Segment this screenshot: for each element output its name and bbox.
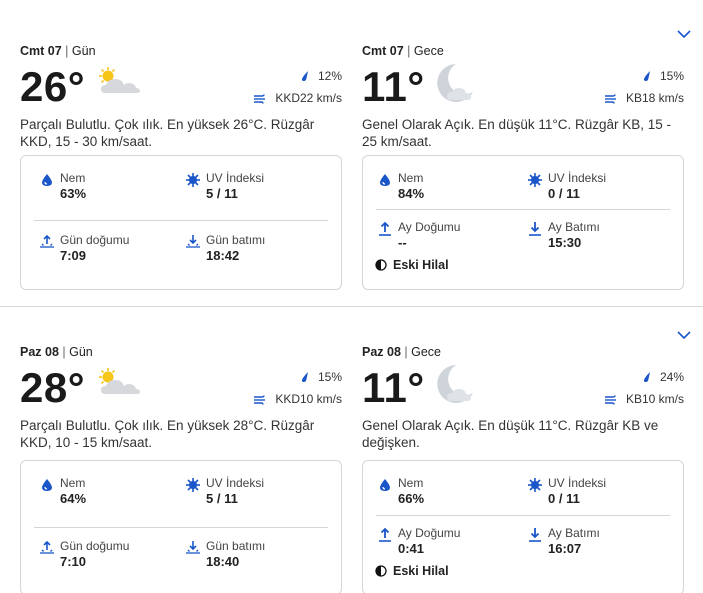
details-card: Nem 84% UV İndeksi 0 / 11 Ay Doğumu -- A… <box>362 155 684 290</box>
wind-icon <box>254 94 266 104</box>
humidity-drop-icon <box>380 174 390 186</box>
crescent-moon-icon <box>437 365 473 403</box>
rain-drop-icon <box>301 372 308 382</box>
precip-chance: 15% <box>253 369 342 385</box>
chevron-down-icon[interactable] <box>675 27 693 41</box>
forecast-description: Genel Olarak Açık. En düşük 11°C. Rüzgâr… <box>362 117 672 149</box>
details-divider <box>376 209 670 210</box>
moonset-icon <box>529 222 541 236</box>
wind-icon <box>254 395 266 405</box>
forecast-day-2: Paz 08 | Gün 28° 15% KKD10 km/s Parçalı … <box>0 308 703 593</box>
details-divider <box>376 515 670 516</box>
precip-chance: 12% <box>253 68 342 84</box>
period-header: Paz 08 | Gün <box>20 345 93 359</box>
wind-speed: KKD22 km/s <box>253 90 342 106</box>
quick-stats: 15% KKD10 km/s <box>253 369 342 413</box>
rain-drop-icon <box>643 71 650 81</box>
partly-cloudy-sun-icon <box>99 368 140 394</box>
forecast-description: Genel Olarak Açık. En düşük 11°C. Rüzgâr… <box>362 418 659 450</box>
uv-sun-icon <box>186 478 200 492</box>
uv-sun-icon <box>186 173 200 187</box>
wind-speed: KB18 km/s <box>604 90 684 106</box>
humidity-drop-icon <box>42 479 52 491</box>
humidity-drop-icon <box>42 174 52 186</box>
period-header: Cmt 07 | Gece <box>362 44 444 58</box>
rain-drop-icon <box>301 71 308 81</box>
wind-icon <box>604 94 616 104</box>
details-card: Nem 66% UV İndeksi 0 / 11 Ay Doğumu 0:41… <box>362 460 684 593</box>
forecast-day-1: Cmt 07 | Gün 26° 12% KKD22 km/s Parçalı … <box>0 0 703 307</box>
precip-chance: 24% <box>604 369 684 385</box>
crescent-moon-icon <box>437 64 473 102</box>
rain-drop-icon <box>643 372 650 382</box>
temperature: 11° <box>362 63 425 110</box>
moonset-icon <box>529 528 541 542</box>
sunset-icon <box>186 235 200 248</box>
half-moon-icon <box>375 565 387 577</box>
quick-stats: 15% KB18 km/s <box>604 68 684 112</box>
chevron-down-icon[interactable] <box>675 328 693 342</box>
day-divider <box>0 306 703 307</box>
details-divider <box>34 527 328 528</box>
moon-phase: Eski Hilal <box>375 258 449 272</box>
temperature: 28° <box>20 364 86 411</box>
sunset-icon <box>186 541 200 554</box>
wind-speed: KB10 km/s <box>604 391 684 407</box>
forecast-description: Parçalı Bulutlu. Çok ılık. En yüksek 26°… <box>20 117 315 149</box>
moonrise-icon <box>379 527 391 542</box>
temperature: 11° <box>362 364 425 411</box>
uv-sun-icon <box>528 173 542 187</box>
period-header: Cmt 07 | Gün <box>20 44 96 58</box>
moon-phase: Eski Hilal <box>375 564 449 578</box>
period-header: Paz 08 | Gece <box>362 345 442 359</box>
quick-stats: 24% KB10 km/s <box>604 369 684 413</box>
uv-sun-icon <box>528 478 542 492</box>
details-card: Nem 63% UV İndeksi 5 / 11 Gün doğumu 7:0… <box>20 155 342 290</box>
moonrise-icon <box>379 221 391 236</box>
wind-speed: KKD10 km/s <box>253 391 342 407</box>
partly-cloudy-sun-icon <box>99 67 140 93</box>
temperature: 26° <box>20 63 86 110</box>
precip-chance: 15% <box>604 68 684 84</box>
wind-icon <box>604 395 616 405</box>
details-card: Nem 64% UV İndeksi 5 / 11 Gün doğumu 7:1… <box>20 460 342 593</box>
half-moon-icon <box>375 259 387 271</box>
details-divider <box>34 220 328 221</box>
sunrise-icon <box>40 540 54 554</box>
quick-stats: 12% KKD22 km/s <box>253 68 342 112</box>
humidity-drop-icon <box>380 479 390 491</box>
forecast-description: Parçalı Bulutlu. Çok ılık. En yüksek 28°… <box>20 418 315 450</box>
sunrise-icon <box>40 234 54 248</box>
